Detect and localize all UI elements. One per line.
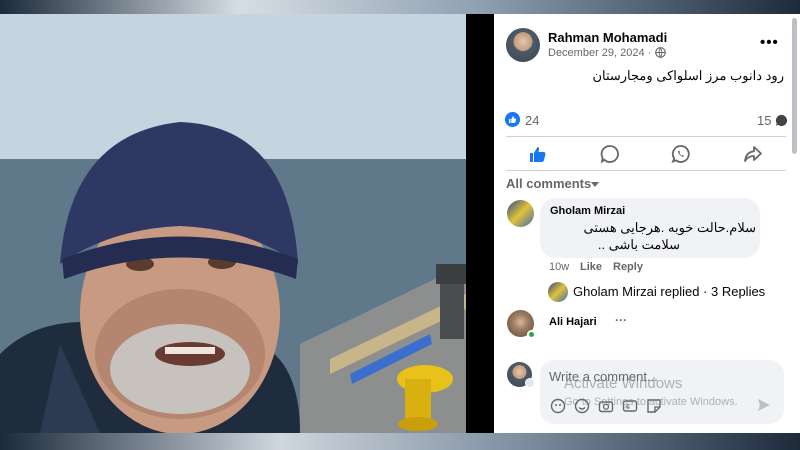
comment-reply-button[interactable]: Reply (613, 261, 643, 273)
comment-icon[interactable] (600, 144, 620, 164)
like-icon[interactable] (528, 144, 548, 164)
like-reaction-icon (505, 112, 520, 127)
profile-switch-chevron-icon[interactable] (525, 378, 535, 388)
photo-panel-divider (466, 14, 494, 433)
post-options-icon[interactable]: ••• (760, 34, 779, 51)
actions-bottom-divider (506, 170, 786, 171)
activation-watermark-title: Activate Windows (564, 375, 683, 392)
comment-time[interactable]: 10w (549, 261, 569, 273)
view-replies-link[interactable]: Gholam Mirzai replied · 3 Replies (573, 284, 765, 299)
whatsapp-icon[interactable] (671, 144, 691, 164)
chevron-down-icon[interactable] (591, 182, 599, 187)
post-photo[interactable] (0, 14, 466, 433)
share-icon[interactable] (743, 144, 763, 164)
comment-like-button[interactable]: Like (580, 261, 602, 273)
online-status-badge (527, 330, 536, 339)
comment-filter[interactable]: All comments (506, 176, 591, 191)
post-date[interactable]: December 29, 2024 · (548, 47, 651, 59)
comment-text-line: سلامت باشی .. (597, 237, 680, 252)
comment-text-line: سلام.حالت خوبه .هرجایی هستی (583, 220, 756, 235)
globe-icon (655, 47, 666, 58)
post-panel: Rahman Mohamadi December 29, 2024 · ••• … (494, 14, 800, 433)
reply-avatar (548, 282, 568, 302)
author-name[interactable]: Rahman Mohamadi (548, 30, 667, 45)
screen-bottom-bar (0, 433, 800, 450)
commenter-avatar[interactable] (507, 200, 534, 227)
photo-scene (0, 14, 466, 433)
post-text: رود دانوب مرز اسلواکی ومجارستان (592, 68, 784, 83)
commenter-name[interactable]: Gholam Mirzai (550, 205, 625, 217)
commenter-name[interactable]: Ali Hajari (549, 316, 597, 328)
comment-count[interactable]: 15 (757, 113, 771, 128)
author-avatar[interactable] (506, 28, 540, 62)
comment-count-icon (775, 114, 788, 127)
actions-top-divider (506, 136, 786, 137)
scrollbar[interactable] (792, 18, 797, 154)
screen-top-bar (0, 0, 800, 14)
reaction-count[interactable]: 24 (525, 113, 539, 128)
comment-options-icon[interactable]: ··· (615, 313, 627, 327)
send-icon[interactable] (757, 398, 771, 412)
activation-watermark-subtitle: Go to Settings to activate Windows. (564, 396, 738, 408)
